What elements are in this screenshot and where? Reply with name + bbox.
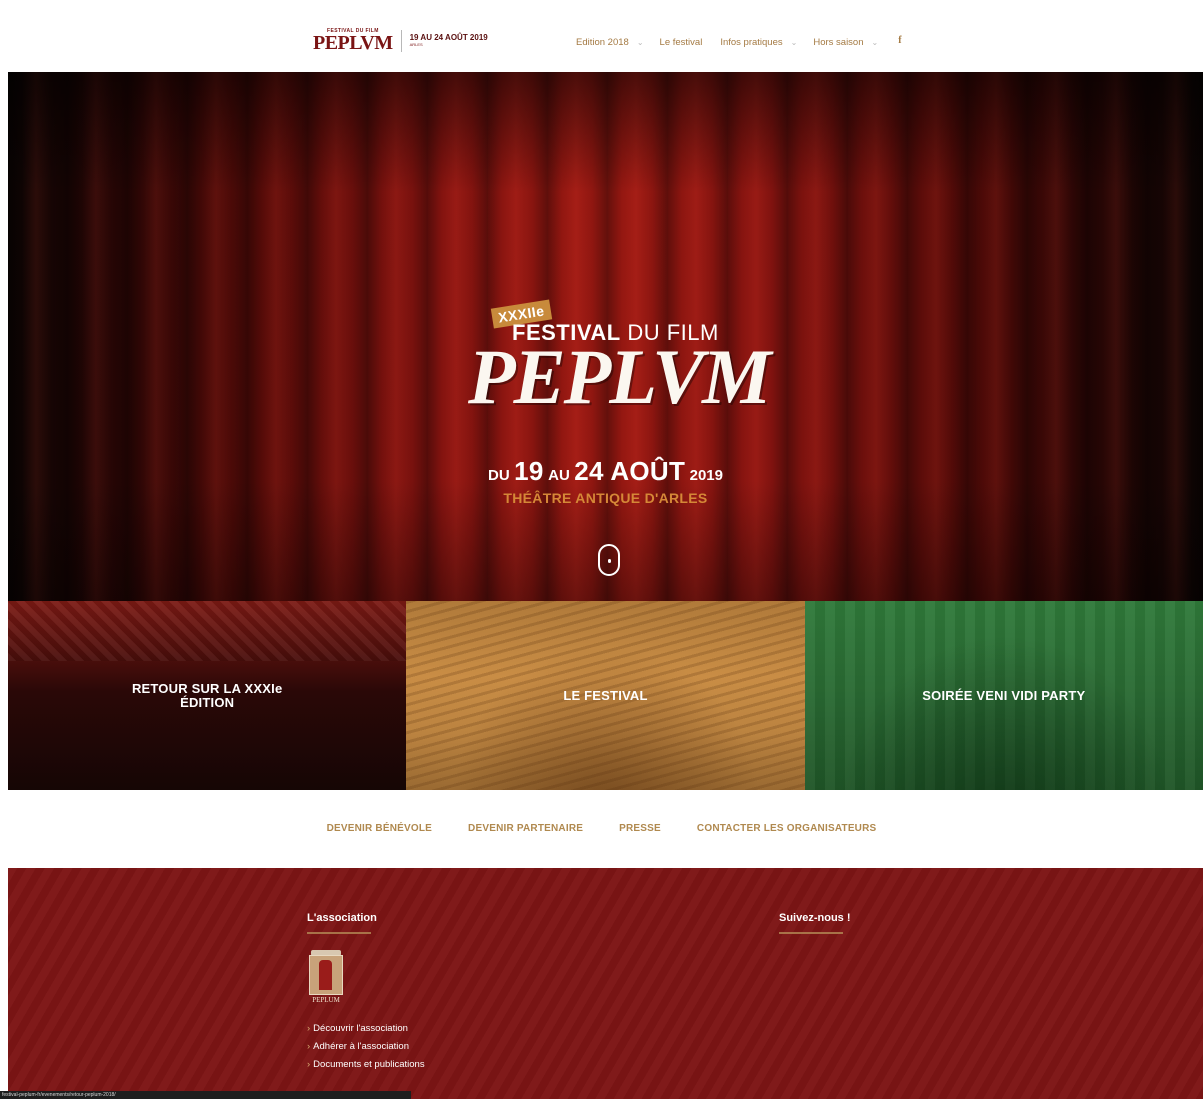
scroll-down-icon[interactable] — [598, 544, 620, 576]
link-devenir-partenaire[interactable]: DEVENIR PARTENAIRE — [468, 823, 583, 834]
tile-label-line1: RETOUR SUR LA XXXIe — [131, 680, 283, 696]
logo-separator — [400, 30, 402, 52]
nav-item-hors-saison[interactable]: Hors saison ⌄ — [813, 37, 894, 48]
association-links: › Découvrir l'association › Adhérer à l'as… — [307, 1020, 425, 1074]
nav-item-label: Infos pratiques — [720, 37, 783, 48]
feature-tiles: RETOUR SUR LA XXXIe ÉDITION LE FESTIVAL … — [8, 601, 1203, 790]
peplvm-title: PEPLVM — [468, 333, 771, 420]
chevron-down-icon: ⌄ — [790, 37, 798, 47]
tile-le-festival[interactable]: LE FESTIVAL — [406, 601, 805, 790]
main-nav: Edition 2018 ⌄ Le festival Infos pratiqu… — [576, 35, 902, 48]
quick-links: DEVENIR BÉNÉVOLE DEVENIR PARTENAIRE PRES… — [0, 823, 1203, 834]
chevron-right-icon: › — [307, 1041, 311, 1052]
chevron-right-icon: › — [307, 1023, 311, 1034]
nav-item-le-festival[interactable]: Le festival — [660, 37, 703, 48]
facebook-icon[interactable]: f — [898, 35, 901, 46]
link-label: Documents et publications — [313, 1059, 425, 1070]
quick-links-bar: DEVENIR BÉNÉVOLE DEVENIR PARTENAIRE PRES… — [0, 790, 1203, 868]
hero-dates: DU 19 AU 24 AOÛT 2019 — [8, 456, 1203, 487]
tile-label: SOIRÉE VENI VIDI PARTY — [922, 687, 1086, 703]
dates-year: 2019 — [689, 467, 723, 484]
logo-mark: FESTIVAL DU FILM PEPLVM — [313, 29, 393, 54]
chevron-down-icon: ⌄ — [636, 37, 644, 47]
link-label: Découvrir l'association — [313, 1023, 408, 1034]
site-footer: L'association PEPLUM › Découvrir l'associ… — [8, 868, 1203, 1099]
scroll-dot — [608, 559, 611, 563]
link-decouvrir-association[interactable]: › Découvrir l'association — [307, 1020, 425, 1038]
association-logo[interactable]: PEPLUM — [307, 950, 345, 1008]
title-divider — [779, 932, 843, 934]
browser-status-bar: festival-peplum-fr/evenements/retour-pep… — [0, 1091, 411, 1099]
site-header: FESTIVAL DU FILM PEPLVM 19 AU 24 AOÛT 20… — [0, 0, 1203, 72]
tile-label-line2: ÉDITION — [180, 694, 235, 710]
title-divider — [307, 932, 371, 934]
chevron-right-icon: › — [307, 1059, 311, 1070]
status-url: festival-peplum-fr/evenements/retour-pep… — [2, 1092, 116, 1098]
hero-banner: XXXIIe FESTIVAL DU FILM PEPLVM DU 19 AU … — [8, 72, 1203, 601]
chevron-down-icon: ⌄ — [871, 37, 879, 47]
logo-word: PEPLUM — [312, 996, 340, 1004]
nav-item-label: Hors saison — [813, 37, 864, 48]
tile-retour-xxxi[interactable]: RETOUR SUR LA XXXIe ÉDITION — [8, 601, 407, 790]
dates-day1: 19 — [514, 456, 544, 486]
nav-item-label: Edition 2018 — [576, 37, 629, 48]
nav-item-infos-pratiques[interactable]: Infos pratiques ⌄ — [720, 37, 813, 48]
logo-city: ARLES — [409, 42, 423, 48]
tile-label: LE FESTIVAL — [563, 687, 648, 703]
link-presse[interactable]: PRESSE — [619, 823, 661, 834]
logo-dates: 19 AU 24 AOÛT 2019 ARLES — [409, 34, 488, 48]
tile-soiree-veni-vidi-party[interactable]: SOIRÉE VENI VIDI PARTY — [804, 601, 1203, 790]
curtain-shadow-top — [8, 72, 1203, 192]
link-devenir-benevole[interactable]: DEVENIR BÉNÉVOLE — [327, 823, 432, 834]
footer-association: L'association PEPLUM › Découvrir l'associ… — [307, 912, 425, 1074]
link-label: Adhérer à l'association — [313, 1041, 409, 1052]
tile-image — [8, 601, 407, 661]
follow-title: Suivez-nous ! — [779, 912, 851, 924]
nav-item-label: Le festival — [659, 37, 703, 48]
dates-du: DU — [488, 467, 510, 484]
logo-figure — [319, 960, 332, 990]
dates-au: AU — [548, 467, 570, 484]
footer-follow: Suivez-nous ! — [779, 912, 851, 934]
logo-name: PEPLVM — [313, 32, 393, 54]
link-adherer-association[interactable]: › Adhérer à l'association — [307, 1038, 425, 1056]
festival-logo: XXXIIe FESTIVAL DU FILM PEPLVM — [468, 299, 771, 430]
site-logo[interactable]: FESTIVAL DU FILM PEPLVM 19 AU 24 AOÛT 20… — [313, 26, 488, 56]
link-contacter-organisateurs[interactable]: CONTACTER LES ORGANISATEURS — [697, 823, 876, 834]
dates-day2: 24 AOÛT — [574, 456, 686, 486]
hero-place: THÉÂTRE ANTIQUE D'ARLES — [503, 490, 708, 506]
association-title: L'association — [307, 912, 377, 924]
nav-item-edition-2018[interactable]: Edition 2018 ⌄ — [576, 37, 660, 48]
tile-label: RETOUR SUR LA XXXIe ÉDITION — [132, 682, 282, 709]
link-documents-publications[interactable]: › Documents et publications — [307, 1056, 425, 1074]
